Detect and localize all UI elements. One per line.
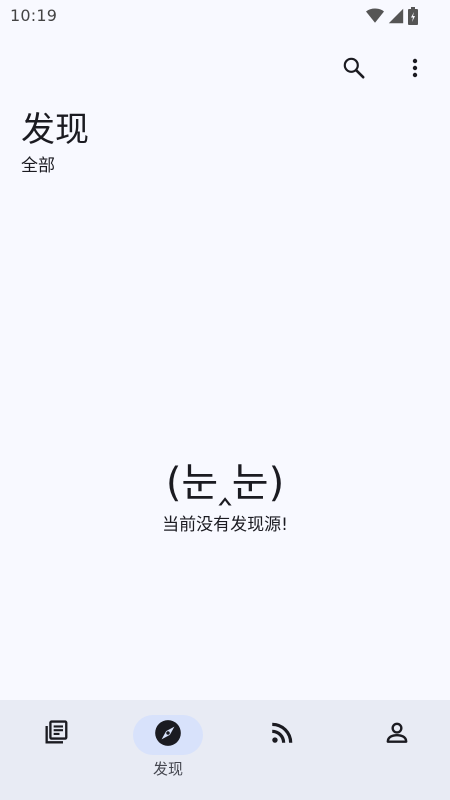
more-vert-icon <box>403 56 427 84</box>
empty-state-message: 当前没有发现源! <box>162 515 288 535</box>
bottom-navigation: 发现 <box>0 700 450 800</box>
battery-charging-icon <box>408 7 418 25</box>
explore-compass-icon <box>154 719 182 751</box>
nav-indicator <box>247 715 317 755</box>
empty-state: (눈‸눈) 当前没有发现源! <box>0 455 450 537</box>
rss-feed-icon <box>269 720 295 750</box>
nav-item-rss[interactable] <box>226 714 338 784</box>
library-books-icon <box>42 719 70 751</box>
nav-item-profile[interactable] <box>341 714 450 784</box>
search-button[interactable] <box>332 48 376 92</box>
status-icons <box>366 7 418 25</box>
nav-indicator <box>362 715 432 755</box>
nav-item-discover[interactable]: 发现 <box>112 714 224 784</box>
page-subtitle: 全部 <box>21 156 55 176</box>
nav-item-bookshelf[interactable] <box>0 714 112 784</box>
status-time: 10:19 <box>10 6 58 25</box>
wifi-icon <box>366 8 384 24</box>
top-app-bar <box>0 40 450 100</box>
cell-signal-icon <box>388 8 404 24</box>
nav-label-discover: 发现 <box>152 760 183 778</box>
nav-active-indicator <box>133 715 203 755</box>
status-bar: 10:19 <box>0 0 450 30</box>
search-icon <box>341 55 367 85</box>
empty-state-emoticon: (눈‸눈) <box>165 460 285 506</box>
more-options-button[interactable] <box>393 48 437 92</box>
discover-screen: 10:19 发现 全部 (눈‸눈) 当前没有发现源! 发现 <box>0 0 450 800</box>
page-title: 发现 <box>21 110 89 150</box>
person-icon <box>384 720 410 750</box>
nav-indicator <box>21 715 91 755</box>
